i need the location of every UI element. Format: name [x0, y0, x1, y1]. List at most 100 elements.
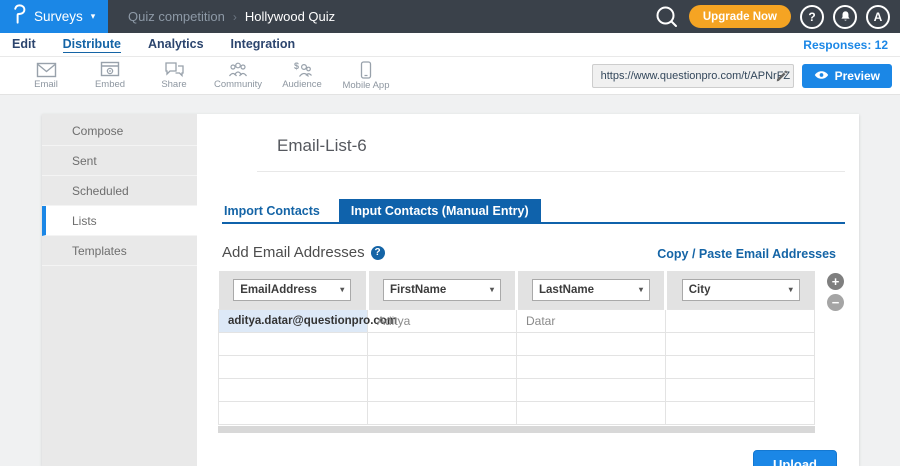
breadcrumb-current: Hollywood Quiz — [245, 9, 335, 24]
toolbar-item-mobile-app[interactable]: Mobile App — [334, 61, 398, 91]
column-select-value: City — [689, 284, 711, 296]
cell-email[interactable]: aditya.datar@questionpro.com — [219, 309, 368, 332]
community-people-icon — [227, 61, 249, 78]
questionpro-logo-icon — [12, 4, 27, 29]
email-list-title: Email-List-6 — [277, 136, 859, 156]
embed-window-icon — [100, 61, 120, 78]
cell-firstname[interactable] — [368, 355, 517, 378]
toolbar-item-share[interactable]: Share — [142, 61, 206, 90]
remove-row-button[interactable]: − — [827, 294, 844, 311]
cell-city[interactable] — [666, 401, 815, 424]
help-tooltip-icon[interactable]: ? — [371, 246, 385, 260]
cell-firstname[interactable] — [368, 332, 517, 355]
toolbar-item-embed[interactable]: Embed — [78, 61, 142, 90]
cell-lastname[interactable] — [517, 378, 666, 401]
column-header: City ▾ — [666, 271, 815, 309]
topbar-actions: Upgrade Now ? A — [654, 4, 900, 30]
table-row: aditya.datar@questionpro.com Aditya Data… — [219, 309, 815, 332]
eye-icon — [814, 69, 829, 83]
cell-email[interactable] — [219, 401, 368, 424]
table-row — [219, 332, 815, 355]
cell-lastname[interactable]: Datar — [517, 309, 666, 332]
responses-count[interactable]: Responses: 12 — [803, 38, 888, 52]
upgrade-now-button[interactable]: Upgrade Now — [689, 5, 791, 28]
tab-import-contacts[interactable]: Import Contacts — [222, 199, 331, 222]
survey-nav: Edit Distribute Analytics Integration Re… — [0, 33, 900, 57]
toolbar-item-audience[interactable]: $ Audience — [270, 61, 334, 90]
contacts-table: EmailAddress ▾ FirstName ▾ — [218, 271, 815, 425]
column-select-firstname[interactable]: FirstName ▾ — [383, 279, 501, 301]
toolbar-item-community[interactable]: Community — [206, 61, 270, 90]
chevron-down-icon: ▾ — [789, 285, 793, 294]
cell-city[interactable] — [666, 378, 815, 401]
chevron-down-icon: ▾ — [639, 285, 643, 294]
title-divider — [257, 171, 845, 172]
cell-email[interactable] — [219, 378, 368, 401]
cell-firstname[interactable] — [368, 401, 517, 424]
help-button[interactable]: ? — [800, 5, 824, 29]
add-row-button[interactable]: + — [827, 273, 844, 290]
nav-integration[interactable]: Integration — [231, 37, 296, 52]
cell-city[interactable] — [666, 309, 815, 332]
edit-url-pencil-icon[interactable] — [775, 69, 789, 88]
cell-city[interactable] — [666, 355, 815, 378]
email-envelope-icon — [36, 62, 57, 78]
toolbar-item-label: Audience — [282, 79, 322, 90]
email-sidebar: Compose Sent Scheduled Lists Templates — [42, 114, 197, 466]
sidebar-item-sent[interactable]: Sent — [42, 146, 197, 176]
audience-dollar-people-icon: $ — [291, 61, 313, 78]
preview-button[interactable]: Preview — [802, 64, 892, 88]
cell-city[interactable] — [666, 332, 815, 355]
breadcrumb-parent[interactable]: Quiz competition — [128, 9, 225, 24]
mobile-phone-icon — [360, 61, 372, 79]
search-icon[interactable] — [654, 4, 680, 30]
cell-lastname[interactable] — [517, 355, 666, 378]
column-select-value: FirstName — [390, 284, 446, 296]
nav-distribute[interactable]: Distribute — [63, 37, 121, 53]
cell-firstname[interactable]: Aditya — [368, 309, 517, 332]
toolbar-item-label: Embed — [95, 79, 125, 90]
nav-edit[interactable]: Edit — [12, 37, 36, 52]
column-header: FirstName ▾ — [368, 271, 517, 309]
toolbar-item-label: Email — [34, 79, 58, 90]
copy-paste-emails-link[interactable]: Copy / Paste Email Addresses — [657, 247, 836, 261]
brand-label: Surveys — [34, 9, 83, 24]
add-email-addresses-title: Add Email Addresses — [222, 244, 365, 261]
sidebar-item-compose[interactable]: Compose — [42, 116, 197, 146]
column-select-emailaddress[interactable]: EmailAddress ▾ — [233, 279, 351, 301]
sidebar-item-lists[interactable]: Lists — [42, 206, 197, 236]
chevron-down-icon: ▾ — [340, 285, 344, 294]
survey-url-field[interactable]: https://www.questionpro.com/t/APNrFZ — [592, 64, 794, 88]
contacts-tabs: Import Contacts Input Contacts (Manual E… — [222, 199, 845, 224]
tab-input-contacts-manual[interactable]: Input Contacts (Manual Entry) — [339, 199, 541, 222]
list-content: Email-List-6 Import Contacts Input Conta… — [197, 114, 859, 466]
toolbar-item-label: Share — [161, 79, 186, 90]
row-buttons: + − — [827, 273, 844, 425]
cell-email[interactable] — [219, 355, 368, 378]
table-row — [219, 355, 815, 378]
cell-lastname[interactable] — [517, 332, 666, 355]
toolbar-item-label: Mobile App — [342, 80, 389, 91]
horizontal-scrollbar[interactable] — [218, 426, 815, 433]
sidebar-item-templates[interactable]: Templates — [42, 236, 197, 266]
column-select-city[interactable]: City ▾ — [682, 279, 800, 301]
toolbar-item-email[interactable]: Email — [14, 62, 78, 90]
add-emails-header: Add Email Addresses ? Copy / Paste Email… — [222, 244, 836, 261]
upload-button[interactable]: Upload — [753, 450, 837, 466]
breadcrumb: Quiz competition › Hollywood Quiz — [128, 9, 335, 24]
contacts-table-zone: EmailAddress ▾ FirstName ▾ — [218, 271, 859, 425]
cell-lastname[interactable] — [517, 401, 666, 424]
column-header: EmailAddress ▾ — [219, 271, 368, 309]
cell-firstname[interactable] — [368, 378, 517, 401]
cell-email[interactable] — [219, 332, 368, 355]
nav-analytics[interactable]: Analytics — [148, 37, 204, 52]
column-select-value: LastName — [539, 284, 594, 296]
sidebar-item-scheduled[interactable]: Scheduled — [42, 176, 197, 206]
brand-menu[interactable]: Surveys ▾ — [0, 0, 108, 33]
table-row — [219, 378, 815, 401]
account-avatar[interactable]: A — [866, 5, 890, 29]
column-select-lastname[interactable]: LastName ▾ — [532, 279, 650, 301]
topbar: Surveys ▾ Quiz competition › Hollywood Q… — [0, 0, 900, 33]
notifications-bell-icon[interactable] — [833, 5, 857, 29]
lists-panel: Compose Sent Scheduled Lists Templates E… — [42, 114, 859, 466]
